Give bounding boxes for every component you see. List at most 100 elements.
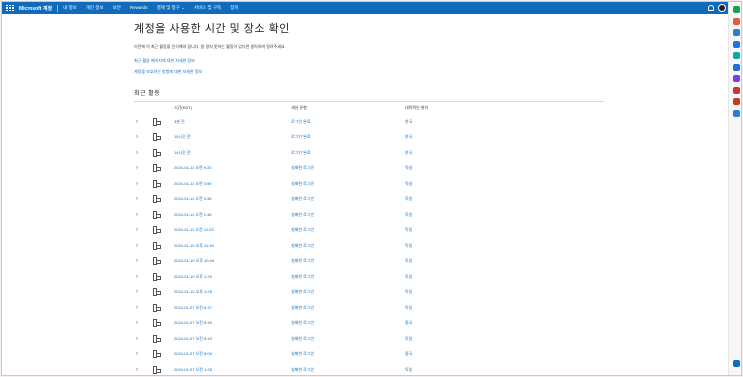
chevron-right-icon[interactable]: › (136, 258, 138, 264)
activity-time[interactable]: 2024-01-07 오전 1:28 (174, 367, 212, 373)
activity-location[interactable]: 한국 (405, 134, 412, 140)
sidebar-app-icon[interactable] (733, 63, 740, 71)
sidebar-app-icon[interactable] (733, 17, 740, 25)
chevron-right-icon[interactable]: › (136, 351, 138, 357)
activity-row[interactable]: › 2024-01-10 오후 1:28 실패한 로그인 독일 (134, 285, 604, 301)
activity-row[interactable]: › 2024-01-11 오전 3:59 실패한 로그인 독일 (134, 176, 604, 192)
activity-row[interactable]: › 2024-01-07 오전 8:08 실패한 로그인 중국 (134, 347, 604, 363)
activity-row[interactable]: › 2024-01-11 오전 9:20 실패한 로그인 독일 (134, 161, 604, 177)
activity-location[interactable]: 독일 (405, 243, 412, 249)
activity-row[interactable]: › 2024-01-10 오후 1:29 실패한 로그인 독일 (134, 269, 604, 285)
activity-type[interactable]: 실패한 로그인 (291, 258, 314, 264)
activity-row[interactable]: › 2024-01-11 오전 1:46 실패한 로그인 독일 (134, 207, 604, 223)
chevron-right-icon[interactable]: › (136, 227, 138, 233)
activity-type[interactable]: 실패한 로그인 (291, 274, 314, 280)
chevron-right-icon[interactable]: › (136, 289, 138, 295)
chevron-right-icon[interactable]: › (136, 150, 138, 156)
bell-icon[interactable] (708, 5, 714, 11)
chevron-right-icon[interactable]: › (136, 134, 138, 140)
activity-row[interactable]: › 2024-01-10 오후 11:18 실패한 로그인 독일 (134, 238, 604, 254)
sidebar-app-icon[interactable] (733, 75, 740, 82)
activity-type[interactable]: 실패한 로그인 (291, 289, 314, 295)
chevron-right-icon[interactable]: › (136, 367, 138, 373)
activity-row[interactable]: › 2024-01-11 오전 12:23 실패한 로그인 독일 (134, 223, 604, 239)
activity-type[interactable]: 실패한 로그인 (291, 227, 314, 233)
activity-time[interactable]: 2024-01-11 오전 12:23 (174, 227, 214, 233)
sidebar-app-icon[interactable] (733, 98, 740, 105)
activity-time[interactable]: 2024-01-07 오전 8:37 (174, 305, 212, 311)
sidebar-app-icon[interactable] (733, 6, 740, 13)
activity-type[interactable]: 로그인 완료 (291, 119, 311, 125)
nav-item[interactable]: 내 정보 (63, 5, 77, 10)
sidebar-app-icon[interactable] (733, 40, 740, 48)
activity-location[interactable]: 한국 (405, 150, 412, 156)
activity-type[interactable]: 실패한 로그인 (291, 165, 314, 171)
chevron-right-icon[interactable]: › (136, 320, 138, 326)
activity-location[interactable]: 독일 (405, 181, 412, 187)
activity-row[interactable]: › 2024-01-11 오전 3:36 실패한 로그인 독일 (134, 192, 604, 208)
activity-type[interactable]: 로그인 완료 (291, 134, 311, 140)
nav-item[interactable]: Rewards (130, 5, 148, 10)
activity-time[interactable]: 2024-01-11 오전 9:20 (174, 165, 212, 171)
nav-item[interactable]: 서비스 및 구독 (194, 5, 221, 10)
sidebar-app-icon[interactable] (733, 109, 740, 117)
activity-row[interactable]: › 2024-01-07 오전 8:45 실패한 로그인 중국 (134, 316, 604, 332)
activity-location[interactable]: 독일 (405, 258, 412, 264)
chevron-right-icon[interactable]: › (136, 165, 138, 171)
brand-name[interactable]: Microsoft 계정 (19, 5, 52, 12)
activity-time[interactable]: 2024-01-10 오후 1:29 (174, 274, 212, 280)
activity-info-link[interactable]: 최근 활동 페이지에 대한 자세한 정보 (134, 58, 604, 64)
nav-item[interactable]: 장치 (230, 5, 238, 10)
sidebar-app-icon[interactable] (733, 86, 740, 94)
activity-type[interactable]: 실패한 로그인 (291, 320, 314, 326)
activity-type[interactable]: 실패한 로그인 (291, 367, 314, 373)
activity-time[interactable]: 2024-01-11 오전 3:59 (174, 181, 212, 187)
chevron-right-icon[interactable]: › (136, 243, 138, 249)
activity-location[interactable]: 독일 (405, 305, 412, 311)
activity-row[interactable]: › 3분 전 로그인 완료 한국 (134, 114, 604, 130)
avatar[interactable] (718, 4, 726, 12)
activity-location[interactable]: 중국 (405, 320, 412, 326)
activity-type[interactable]: 실패한 로그인 (291, 196, 314, 202)
activity-location[interactable]: 독일 (405, 165, 412, 171)
account-protection-link[interactable]: 계정을 보호하는 방법에 대한 자세한 정보 (134, 69, 604, 75)
nav-item[interactable]: 개인 정보 (86, 5, 104, 10)
chevron-right-icon[interactable]: › (136, 305, 138, 311)
activity-row[interactable]: › 14시간 전 로그인 완료 한국 (134, 145, 604, 161)
sidebar-app-icon[interactable] (733, 360, 740, 367)
activity-location[interactable]: 한국 (405, 119, 412, 125)
activity-time[interactable]: 2024-01-07 오전 8:08 (174, 351, 212, 357)
chevron-right-icon[interactable]: › (136, 119, 138, 125)
activity-location[interactable]: 독일 (405, 212, 412, 218)
chevron-right-icon[interactable]: › (136, 212, 138, 218)
waffle-icon[interactable] (6, 4, 14, 12)
activity-type[interactable]: 로그인 완료 (291, 150, 311, 156)
chevron-right-icon[interactable]: › (136, 336, 138, 342)
activity-row[interactable]: › 15시간 전 로그인 완료 한국 (134, 130, 604, 146)
activity-type[interactable]: 실패한 로그인 (291, 336, 314, 342)
activity-location[interactable]: 독일 (405, 367, 412, 373)
nav-item[interactable]: 보안 (113, 5, 121, 10)
sidebar-app-icon[interactable] (733, 52, 740, 59)
activity-time[interactable]: 2024-01-07 오전 8:43 (174, 336, 212, 342)
activity-time[interactable]: 2024-01-10 오후 10:44 (174, 258, 214, 264)
activity-time[interactable]: 2024-01-10 오후 11:18 (174, 243, 214, 249)
nav-item[interactable]: 결제 및 청구 ⌄ (157, 5, 185, 10)
activity-location[interactable]: 독일 (405, 336, 412, 342)
activity-time[interactable]: 3분 전 (174, 119, 185, 125)
activity-type[interactable]: 실패한 로그인 (291, 351, 314, 357)
chevron-right-icon[interactable]: › (136, 181, 138, 187)
activity-time[interactable]: 14시간 전 (174, 150, 191, 156)
activity-location[interactable]: 독일 (405, 289, 412, 295)
activity-type[interactable]: 실패한 로그인 (291, 212, 314, 218)
activity-type[interactable]: 실패한 로그인 (291, 181, 314, 187)
activity-row[interactable]: › 2024-01-07 오전 8:43 실패한 로그인 독일 (134, 331, 604, 347)
activity-time[interactable]: 15시간 전 (174, 134, 191, 140)
activity-location[interactable]: 독일 (405, 196, 412, 202)
activity-time[interactable]: 2024-01-11 오전 3:36 (174, 196, 212, 202)
activity-type[interactable]: 실패한 로그인 (291, 305, 314, 311)
activity-type[interactable]: 실패한 로그인 (291, 243, 314, 249)
activity-time[interactable]: 2024-01-07 오전 8:45 (174, 320, 212, 326)
activity-time[interactable]: 2024-01-10 오후 1:28 (174, 289, 212, 295)
activity-row[interactable]: › 2024-01-10 오후 10:44 실패한 로그인 독일 (134, 254, 604, 270)
